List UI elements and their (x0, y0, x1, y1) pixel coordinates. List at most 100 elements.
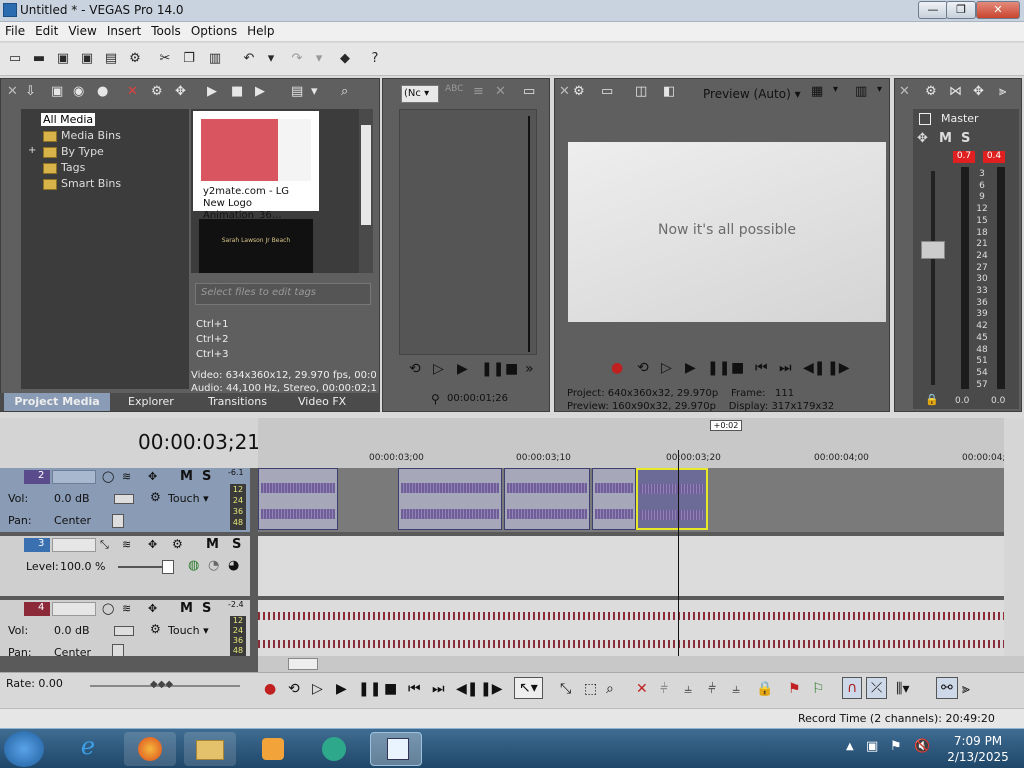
show-hidden-icons[interactable]: ▲ (846, 741, 854, 752)
automation-icon[interactable]: ≋ (122, 538, 131, 551)
child-composite-icon[interactable]: ◕ (228, 558, 239, 573)
copy-snapshot-icon[interactable]: ▥ (855, 84, 867, 99)
snapshot-dropdown-icon[interactable]: ▾ (877, 84, 882, 95)
auto-crossfade-icon[interactable]: ⤫ (866, 677, 888, 699)
play-from-start-icon[interactable]: ▷ (312, 681, 323, 697)
tree-item-smart-bins[interactable]: Smart Bins (43, 177, 121, 190)
mute-button[interactable]: M (206, 537, 219, 552)
tab-explorer[interactable]: Explorer (128, 393, 174, 411)
automation-icon[interactable]: ≋ (122, 602, 131, 615)
paste-icon[interactable]: ▥ (206, 51, 224, 67)
master-properties-icon[interactable]: ⚙ (925, 84, 937, 99)
tab-project-media[interactable]: Project Media (4, 393, 110, 411)
cut-icon[interactable]: ✂ (156, 51, 174, 67)
go-to-start-icon[interactable]: ⏮ (408, 681, 421, 697)
tree-item-by-type[interactable]: By Type (43, 145, 104, 158)
loop-icon[interactable]: ⟲ (288, 681, 300, 697)
system-clock[interactable]: 7:09 PM 2/13/2025 (946, 733, 1010, 765)
region-icon[interactable]: ⚐ (812, 681, 825, 697)
selection-tool-icon[interactable]: ⬚ (584, 681, 597, 697)
redo-icon[interactable]: ↷ (288, 51, 306, 67)
file-explorer-icon[interactable] (184, 732, 236, 766)
tree-item-media-bins[interactable]: Media Bins (43, 129, 121, 142)
media-player-icon[interactable] (246, 732, 298, 766)
lock-envelope-icon[interactable]: ◯ (102, 470, 114, 483)
start-button[interactable] (4, 731, 44, 767)
track-header-2[interactable]: 2 ◯ ≋ ✥ M S Vol: 0.0 dB ⚙ Touch ▾ Pan: C… (0, 468, 250, 532)
normal-edit-tool-icon[interactable]: ↖▾ (514, 677, 543, 699)
overlays-icon[interactable]: ◧ (663, 84, 675, 99)
ripple-edit-icon[interactable]: ◆ (336, 51, 354, 67)
firefox-icon[interactable] (124, 732, 176, 766)
ignore-grouping-icon[interactable]: ⫸ (962, 681, 970, 697)
save-icon[interactable]: ▣ (54, 51, 72, 67)
lock-icon[interactable]: 🔒 (756, 681, 773, 697)
save-as-icon[interactable]: ▣ (78, 51, 96, 67)
playhead[interactable] (678, 450, 679, 656)
preview-properties-icon[interactable]: ⚙ (573, 84, 585, 99)
track-name-field[interactable] (52, 470, 96, 484)
solo-button[interactable]: S (202, 469, 211, 484)
trimmer-copy-icon[interactable]: ▭ (523, 84, 535, 99)
track-lane-3[interactable] (258, 536, 1004, 596)
menu-file[interactable]: File (0, 22, 30, 40)
import-media-icon[interactable]: ⇩ (25, 84, 36, 99)
track-lane-4[interactable] (258, 600, 1004, 656)
play-from-start-icon[interactable]: ▷ (433, 361, 444, 377)
menu-options[interactable]: Options (186, 22, 242, 40)
autopreview-icon[interactable]: ▶ (255, 84, 265, 99)
track-header-3[interactable]: 3 ⤡ ≋ ✥ ⚙ M S Level: 100.0 % ◍ ◔ ◕ (0, 536, 250, 596)
delete-icon[interactable]: ✕ (636, 681, 648, 697)
trim-start-icon[interactable]: ⫩ (660, 681, 668, 697)
scrollbar-thumb[interactable] (361, 125, 371, 225)
track-name-field[interactable] (52, 538, 96, 552)
menu-tools[interactable]: Tools (146, 22, 186, 40)
stop-icon[interactable]: ■ (505, 361, 518, 377)
peak-left[interactable]: 0.7 (953, 151, 975, 163)
video-frame[interactable]: Now it's all possible (568, 142, 886, 322)
vol-slider[interactable] (114, 626, 134, 636)
trimmer-view[interactable] (399, 109, 537, 355)
previous-frame-icon[interactable]: ◀❚ (803, 360, 826, 376)
master-solo-button[interactable]: S (961, 131, 970, 146)
capture-icon[interactable]: ▣ (51, 84, 63, 99)
lock-icon[interactable]: 🔒 (925, 393, 939, 406)
menu-edit[interactable]: Edit (30, 22, 63, 40)
record-icon[interactable]: ● (611, 360, 623, 376)
envelope-tool-icon[interactable]: ⤡ (560, 681, 571, 697)
master-fx-icon[interactable]: ✥ (917, 131, 928, 146)
mixer-icon[interactable]: ⫸ (999, 84, 1006, 99)
network-icon[interactable]: ▣ (866, 739, 878, 754)
go-to-end-icon[interactable]: ⏭ (779, 360, 792, 376)
menu-view[interactable]: View (63, 22, 101, 40)
automation-icon[interactable]: ≋ (122, 470, 131, 483)
views-dropdown-icon[interactable]: ▾ (311, 84, 318, 99)
media-thumbnail-1[interactable]: y2mate.com - LG New Logo Animation_36… (193, 111, 319, 221)
split-icon[interactable]: ⫩ (708, 681, 716, 697)
minimize-button[interactable]: — (918, 1, 948, 19)
go-to-end-icon[interactable]: ⏭ (432, 681, 445, 697)
solo-button[interactable]: S (202, 601, 211, 616)
peak-right[interactable]: 0.4 (983, 151, 1005, 163)
snapping-icon[interactable]: ∩ (842, 677, 863, 699)
menu-insert[interactable]: Insert (102, 22, 146, 40)
pan-crop-icon[interactable]: ⤡ (100, 538, 109, 552)
master-mute-button[interactable]: M (939, 131, 952, 146)
thumbnail-scrollbar[interactable] (359, 109, 373, 273)
audio-clip[interactable] (398, 468, 502, 530)
touch-gear-icon[interactable]: ⚙ (150, 622, 161, 636)
render-icon[interactable]: ▤ (102, 51, 120, 67)
vegas-pro-taskbar-icon[interactable] (370, 732, 422, 766)
auto-ripple-icon[interactable]: ⫼▾ (896, 681, 909, 697)
lock-envelopes-icon[interactable]: ⚯ (936, 677, 958, 699)
stop-icon[interactable]: ■ (384, 681, 397, 697)
spellcheck-icon[interactable]: ABC (445, 84, 463, 94)
movie-maker-icon[interactable] (308, 732, 360, 766)
trimmer-list-icon[interactable]: ≡ (473, 84, 484, 99)
volume-icon[interactable]: 🔇 (914, 739, 930, 754)
track-header-4[interactable]: 4 ◯ ≋ ✥ M S Vol: 0.0 dB ⚙ Touch ▾ Pan: C… (0, 600, 250, 656)
help-icon[interactable]: ? (366, 51, 384, 67)
action-center-icon[interactable]: ⚑ (890, 739, 902, 754)
close-button[interactable]: ✕ (976, 1, 1020, 19)
selected-audio-clip[interactable] (636, 468, 708, 530)
